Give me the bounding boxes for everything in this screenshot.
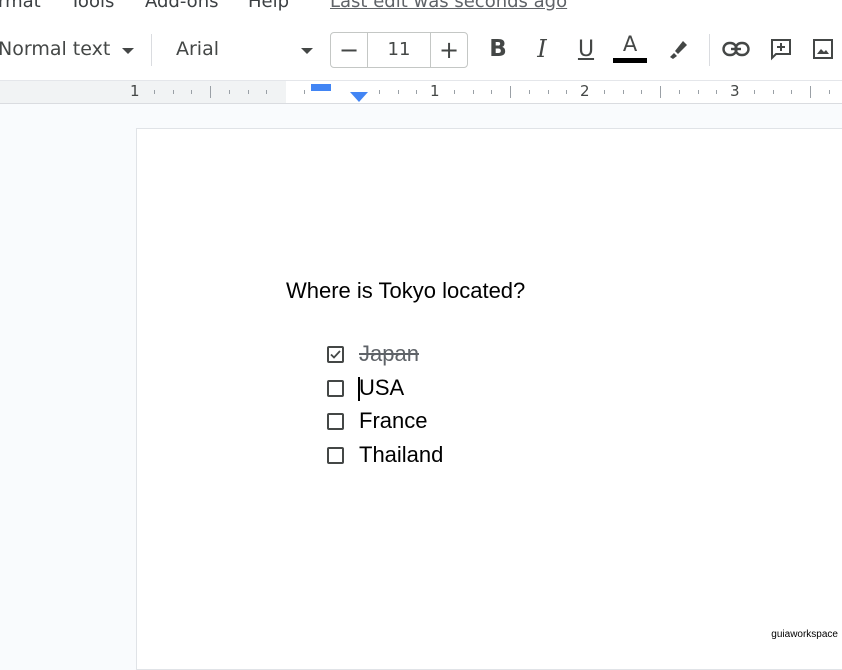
checkmark-icon (330, 349, 341, 359)
italic-icon: I (537, 35, 547, 63)
add-comment-icon (771, 39, 791, 61)
italic-button[interactable]: I (524, 30, 560, 68)
insert-image-button[interactable] (805, 30, 841, 68)
checklist-item-label: Japan (359, 341, 419, 366)
toolbar: Normal text Arial − 11 + B I U A (0, 18, 842, 81)
checklist-item-label: USA (358, 375, 405, 401)
ruler-active-area (286, 81, 842, 103)
text-cursor (358, 377, 360, 401)
paragraph-style-select[interactable]: Normal text (0, 30, 146, 68)
checklist-item[interactable]: France (327, 408, 427, 434)
insert-link-button[interactable] (718, 30, 754, 68)
text-color-button[interactable]: A (612, 30, 648, 68)
font-family-value: Arial (176, 38, 220, 60)
menu-bar: rmat Tools Add-ons Help Last edit was se… (0, 0, 842, 18)
watermark: guiaworkspace (769, 629, 840, 640)
last-edit-link[interactable]: Last edit was seconds ago (330, 0, 567, 12)
horizontal-ruler[interactable]: 1 1 2 3 (0, 81, 842, 104)
ruler-number: 3 (730, 82, 740, 100)
menu-format[interactable]: rmat (0, 0, 41, 12)
chevron-down-icon (122, 48, 134, 54)
chevron-down-icon (301, 48, 313, 54)
checklist-item[interactable]: Japan (327, 341, 419, 367)
checklist-item[interactable]: USA (327, 375, 404, 401)
underline-icon: U (577, 36, 595, 62)
checklist-item[interactable]: Thailand (327, 442, 443, 468)
bold-button[interactable]: B (480, 30, 516, 68)
question-text[interactable]: Where is Tokyo located? (286, 278, 525, 304)
image-icon (813, 39, 833, 59)
font-size-control: − 11 + (330, 32, 468, 68)
font-size-input[interactable]: 11 (368, 33, 430, 67)
toolbar-divider (151, 34, 152, 66)
increase-font-size-button[interactable]: + (431, 33, 467, 67)
document-page[interactable] (136, 128, 842, 670)
checkbox[interactable] (327, 446, 344, 464)
link-icon (722, 41, 750, 57)
checklist-item-label: France (359, 408, 428, 433)
highlight-color-button[interactable] (660, 30, 696, 68)
text-color-swatch (613, 57, 647, 63)
menu-add-ons[interactable]: Add-ons (145, 0, 218, 12)
text-color-icon: A (622, 31, 638, 56)
checkbox[interactable] (327, 412, 344, 430)
first-line-indent-marker[interactable] (311, 84, 331, 91)
menu-help[interactable]: Help (248, 0, 289, 12)
left-indent-marker[interactable] (350, 92, 368, 102)
checkbox-checked[interactable] (327, 345, 344, 363)
ruler-number: 1 (130, 82, 140, 100)
highlighter-icon (670, 41, 687, 59)
checkbox[interactable] (327, 379, 344, 397)
ruler-number: 2 (580, 82, 590, 100)
font-family-select[interactable]: Arial (162, 30, 322, 68)
insert-comment-button[interactable] (763, 30, 799, 68)
bold-icon: B (489, 36, 507, 62)
underline-button[interactable]: U (568, 30, 604, 68)
decrease-font-size-button[interactable]: − (331, 33, 367, 67)
checklist-item-label: Thailand (359, 442, 444, 467)
toolbar-divider (709, 34, 710, 66)
menu-tools[interactable]: Tools (70, 0, 114, 12)
ruler-number: 1 (430, 82, 440, 100)
paragraph-style-value: Normal text (0, 38, 111, 60)
